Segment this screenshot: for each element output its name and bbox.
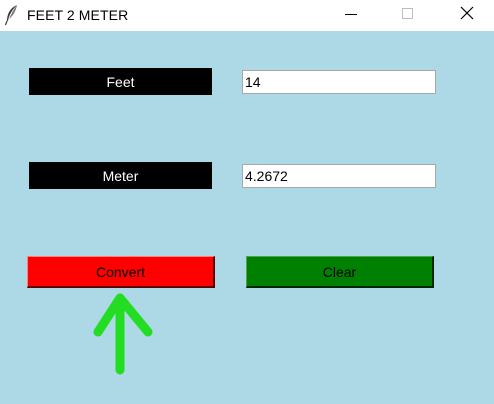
feather-icon (4, 4, 20, 26)
minimize-button[interactable] (328, 0, 374, 31)
up-arrow-icon (90, 290, 160, 380)
meter-input[interactable] (242, 164, 436, 188)
title-bar[interactable]: FEET 2 METER (0, 0, 494, 31)
clear-button[interactable]: Clear (246, 256, 434, 288)
close-icon (460, 6, 474, 25)
maximize-button[interactable] (385, 0, 431, 31)
feet-input[interactable] (242, 70, 436, 94)
window-title: FEET 2 METER (27, 7, 129, 23)
maximize-icon (402, 7, 414, 25)
convert-button[interactable]: Convert (27, 256, 215, 288)
convert-button-label: Convert (95, 263, 146, 280)
close-button[interactable] (444, 0, 490, 31)
minimize-icon (345, 7, 357, 25)
meter-label: Meter (29, 162, 212, 189)
app-window: FEET 2 METER Feet 14 Meter 4.2672 Conver… (0, 0, 494, 404)
feet-label: Feet (29, 68, 212, 95)
clear-button-label: Clear (322, 263, 357, 280)
